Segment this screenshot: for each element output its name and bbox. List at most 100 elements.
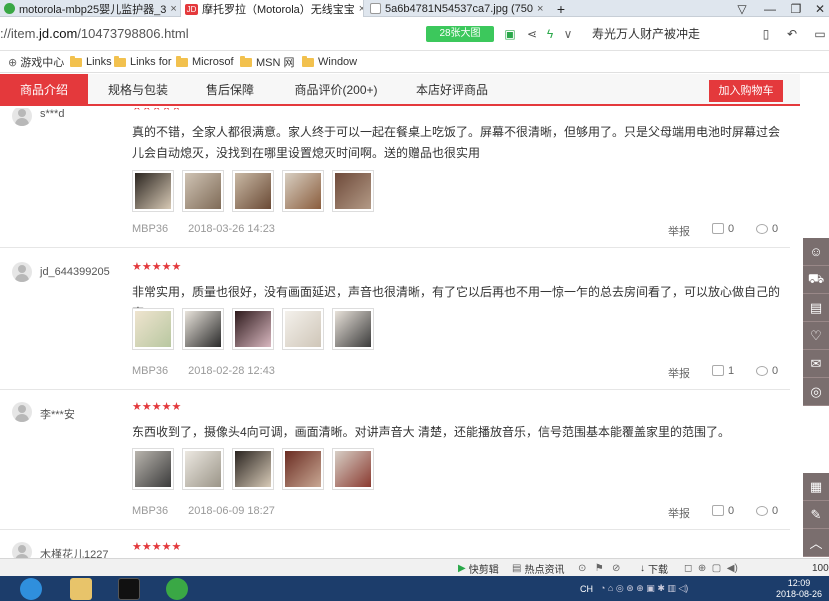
review-username: 木槿花儿1227 — [40, 549, 109, 558]
browser-tab-3[interactable]: 5a6b4781N54537ca7.jpg (750 × — [366, 0, 546, 17]
browser-360-icon[interactable] — [166, 578, 188, 600]
app-icon[interactable] — [118, 578, 140, 600]
windows-taskbar: CH ◔ ⌂ ◎ ⊛ ⊕ ▣ ✱ ▥ ◁) 12:09 2018-08-26 — [0, 576, 829, 601]
report-link[interactable]: 举报 — [668, 505, 690, 521]
review-photo[interactable] — [132, 170, 174, 212]
tab-title: 5a6b4781N54537ca7.jpg (750 — [385, 2, 534, 15]
bookmark-windows[interactable]: Window — [302, 51, 357, 73]
file-explorer-icon[interactable] — [70, 578, 92, 600]
tab-close-icon[interactable]: × — [537, 3, 543, 15]
bookmark-game-center[interactable]: ⊕ 游戏中心 — [8, 51, 64, 73]
review-photo[interactable] — [182, 170, 224, 212]
tab-specs[interactable]: 规格与包装 — [96, 74, 180, 106]
like-button[interactable]: 1 — [712, 365, 734, 377]
review-photo[interactable] — [232, 448, 274, 490]
report-link[interactable]: 举报 — [668, 223, 690, 239]
quick-edit-item[interactable]: ▶ 快剪辑 — [458, 559, 499, 577]
review-photo[interactable] — [282, 448, 324, 490]
folder-icon — [302, 55, 314, 67]
news-ticker[interactable]: 寿光万人财产被冲走 — [592, 17, 700, 51]
play-icon: ▶ — [458, 562, 466, 574]
bookmark-icon[interactable]: ▭ — [812, 26, 828, 42]
user-icon[interactable]: ☺ — [803, 238, 829, 266]
browser-tab-2[interactable]: JD 摩托罗拉（Motorola）无线宝宝 × — [180, 0, 364, 18]
maximize-button[interactable]: ❐ — [784, 0, 808, 17]
minimize-button[interactable]: — — [758, 0, 782, 17]
phone-icon[interactable]: ▯ — [758, 26, 774, 42]
thumbs-up-icon — [712, 505, 724, 516]
avatar — [12, 542, 32, 558]
qr-icon[interactable]: ▦ — [803, 473, 829, 501]
review-photo[interactable] — [332, 308, 374, 350]
review-photo[interactable] — [282, 308, 324, 350]
review-date: 2018-02-28 12:43 — [188, 365, 275, 377]
review-photo[interactable] — [182, 448, 224, 490]
edit-icon[interactable]: ✎ — [803, 501, 829, 529]
bookmark-links[interactable]: Links — [70, 51, 112, 73]
tab-favicon-icon — [4, 3, 15, 14]
shirt-icon[interactable]: ▽ — [730, 0, 754, 17]
bookmark-links-for[interactable]: Links for — [114, 51, 172, 73]
browser-tab-1[interactable]: motorola-mbp25婴儿监护器_3 × — [0, 0, 178, 17]
tab-product-intro[interactable]: 商品介绍 — [0, 74, 88, 106]
share-icon[interactable]: ⋖ — [524, 26, 540, 42]
big-image-button[interactable]: 28张大图 — [426, 26, 494, 42]
new-tab-button[interactable]: + — [553, 0, 569, 17]
like-button[interactable]: 0 — [712, 223, 734, 235]
feedback-icon[interactable]: ◎ — [803, 378, 829, 406]
review-stars: ★★★★★ — [132, 261, 182, 273]
heart-icon[interactable]: ♡ — [803, 322, 829, 350]
close-window-button[interactable]: ✕ — [808, 0, 829, 17]
bookmark-msn[interactable]: MSN 网 — [240, 51, 295, 73]
clock[interactable]: 12:09 2018-08-26 — [776, 576, 822, 601]
chevron-down-icon[interactable]: ∨ — [560, 26, 576, 42]
like-button[interactable]: 0 — [712, 505, 734, 517]
review-photo[interactable] — [132, 308, 174, 350]
review-meta: MBP36 2018-03-26 14:23 — [132, 223, 295, 235]
review-username: 李***安 — [40, 409, 75, 421]
bookmarks-bar: ⊕ 游戏中心 Links Links for Microsof MSN 网 Wi… — [0, 51, 829, 73]
url-field[interactable]: ://item.jd.com/10473798806.html — [0, 17, 189, 51]
review-photo[interactable] — [332, 448, 374, 490]
image-icon[interactable]: ▣ — [502, 26, 518, 42]
review-photo[interactable] — [332, 170, 374, 212]
review-text: 真的不错，全家人都很满意。家人终于可以一起在餐桌上吃饭了。屏幕不很清晰，但够用了… — [132, 125, 781, 160]
hot-news-item[interactable]: ▤ 热点资讯 — [512, 559, 564, 577]
comment-button[interactable]: 0 — [756, 365, 778, 377]
language-indicator[interactable]: CH — [580, 576, 593, 601]
tab-after-sales[interactable]: 售后保障 — [190, 74, 270, 106]
review-photo[interactable] — [232, 308, 274, 350]
folder-icon — [114, 55, 126, 67]
review-photo[interactable] — [282, 170, 324, 212]
comment-button[interactable]: 0 — [756, 505, 778, 517]
review-model: MBP36 — [132, 365, 169, 377]
zoom-level[interactable]: 100 — [812, 559, 829, 577]
add-to-cart-button[interactable]: 加入购物车 — [709, 80, 783, 102]
top-icon[interactable]: ︿ — [803, 529, 829, 557]
cart-icon[interactable]: ⛟ — [803, 266, 829, 294]
status-tool-icons: ⊙ ⚑ ⊘ — [578, 562, 621, 574]
report-link[interactable]: 举报 — [668, 365, 690, 381]
review-date: 2018-03-26 14:23 — [188, 223, 275, 235]
product-detail-nav: 商品介绍 规格与包装 售后保障 商品评价(200+) 本店好评商品 加入购物车 — [0, 74, 800, 106]
download-item[interactable]: ↓ 下载 — [640, 559, 668, 577]
message-icon[interactable]: ✉ — [803, 350, 829, 378]
tab-close-icon[interactable]: × — [170, 3, 176, 15]
bookmark-microsoft[interactable]: Microsof — [176, 51, 234, 73]
tab-reviews[interactable]: 商品评价(200+) — [284, 74, 388, 106]
comment-button[interactable]: 0 — [756, 223, 778, 235]
lightning-icon[interactable]: ϟ — [542, 26, 558, 42]
review-photo[interactable] — [132, 448, 174, 490]
coupon-icon[interactable]: ▤ — [803, 294, 829, 322]
tab-close-icon[interactable]: × — [359, 3, 363, 15]
jd-favicon-icon: JD — [185, 3, 198, 15]
avatar — [12, 262, 32, 282]
review-meta: MBP36 2018-02-28 12:43 — [132, 365, 295, 377]
undo-icon[interactable]: ↶ — [784, 26, 800, 42]
tab-store-best[interactable]: 本店好评商品 — [404, 74, 500, 106]
review-photo[interactable] — [232, 170, 274, 212]
start-icon[interactable] — [20, 578, 42, 600]
review-photo[interactable] — [182, 308, 224, 350]
review-thumbnails — [132, 448, 374, 490]
thumbs-up-icon — [712, 223, 724, 234]
